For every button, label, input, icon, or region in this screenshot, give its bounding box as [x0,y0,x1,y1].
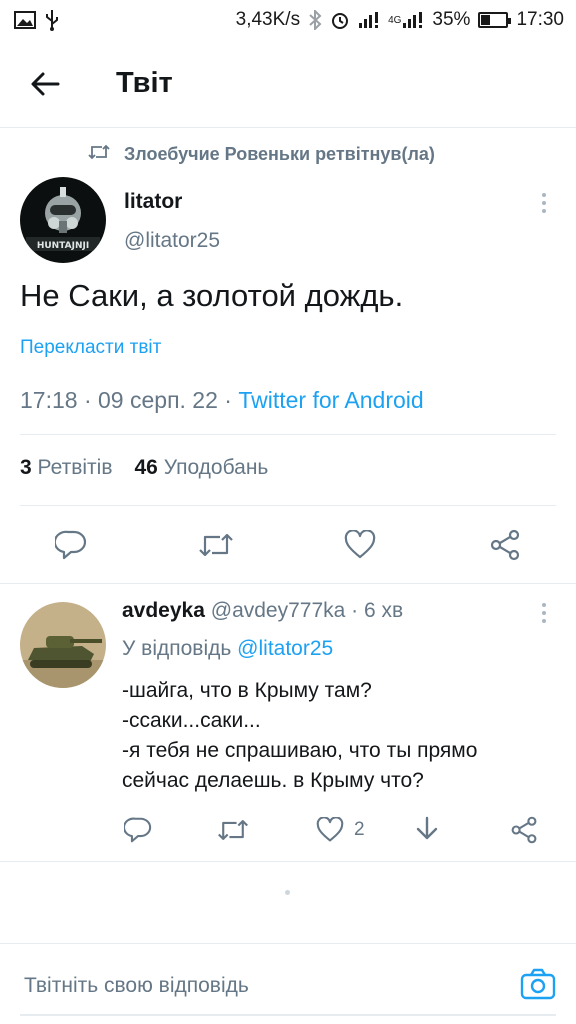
battery-percent: 35% [432,9,471,30]
reply-actions: 2 [0,810,576,850]
network-type: 4G [388,14,402,26]
camera-icon [520,968,556,1000]
retweet-button[interactable] [191,520,241,570]
tweet-meta: 17:18 · 09 серп. 22 · Twitter for Androi… [20,387,424,414]
reply-author-name[interactable]: avdeyka [122,599,205,622]
reply-line: -ссаки...саки... [122,709,261,732]
reply-button[interactable] [124,810,152,850]
reply-button[interactable] [46,520,96,570]
reply-likes-count: 2 [354,819,365,840]
reply-composer [0,943,576,1024]
author-name[interactable]: litator [124,190,182,214]
reply-to-mention[interactable]: @litator25 [237,637,333,660]
tweet-date: 09 серп. 22 [98,387,218,413]
reply-to: У відповідь @litator25 [122,637,333,661]
share-button[interactable] [510,810,538,850]
retweet-icon [218,820,248,840]
svg-text:HUNTAJNJI: HUNTAJNJI [37,241,89,251]
reply-line: сейчас делаешь. в Крыму что? [122,769,424,792]
status-bar: 3,43K/s 4G 35% 17:30 [0,0,576,40]
like-icon [316,817,344,842]
tweet-stats: 3 Ретвітів 46 Уподобань [20,456,268,480]
back-button[interactable] [0,40,90,128]
loading-indicator [285,890,290,895]
usb-icon [44,9,60,31]
likes-label: Уподобань [163,456,269,479]
share-icon [490,529,520,561]
clock: 17:30 [516,9,564,30]
share-button[interactable] [480,520,530,570]
divider [20,505,556,506]
bluetooth-icon [308,10,322,30]
meta-separator: · [83,387,92,413]
author-handle[interactable]: @litator25 [124,229,220,253]
retweets-label: Ретвітів [37,456,113,479]
reply-header: avdeyka @avdey777ka · 6 хв [122,599,403,623]
retweet-icon [199,533,233,557]
image-icon [14,11,36,29]
signal-4g-icon: 4G [388,11,424,29]
reply-line: -шайга, что в Крыму там? [122,679,372,702]
meta-separator: · [351,599,359,622]
divider [0,583,576,584]
retweet-context-text: Злоебучие Ровеньки ретвітнув(ла) [124,144,435,164]
retweets-stat[interactable]: 3 Ретвітів [20,456,112,480]
share-icon [511,816,537,844]
avatar[interactable] [20,602,106,688]
more-options-button[interactable] [530,188,558,218]
likes-count: 46 [134,456,158,479]
client-link[interactable]: Twitter for Android [238,387,423,413]
retweet-button[interactable] [217,810,249,850]
download-button[interactable] [414,810,440,850]
reply-line: -я тебя не спрашиваю, что ты прямо [122,739,478,762]
more-vertical-icon [542,193,546,213]
divider [20,434,556,435]
divider [0,861,576,862]
tweet-actions [0,520,576,570]
retweets-count: 3 [20,456,32,479]
composer-underline [20,1014,556,1016]
translate-link[interactable]: Перекласти твіт [20,337,161,359]
tweet-text: Не Саки, а золотой дождь. [20,278,404,313]
battery-fill [481,15,490,25]
retweet-icon [88,144,110,165]
avatar[interactable]: HUNTAJNJI [20,177,106,263]
arrow-left-icon [31,72,60,95]
page-title: Твіт [116,67,173,99]
reply-icon [55,530,87,560]
network-speed: 3,43K/s [235,9,301,30]
reply-author-handle[interactable]: @avdey777ka [211,599,346,622]
reply-text: -шайга, что в Крыму там? -ссаки...саки..… [122,676,477,796]
likes-stat[interactable]: 46 Уподобань [134,456,268,480]
like-icon [344,530,376,559]
meta-separator: · [224,387,232,413]
top-app-bar: Твіт [0,40,576,128]
alarm-icon [330,10,350,30]
download-icon [416,816,438,840]
signal-icon [358,11,380,29]
retweet-context[interactable]: Злоебучие Ровеньки ретвітнув(ла) [88,144,435,165]
like-button[interactable]: 2 [316,810,365,850]
reply-time: 6 хв [364,599,404,622]
like-button[interactable] [335,520,385,570]
more-vertical-icon [542,603,546,623]
reply-input[interactable] [24,974,484,998]
camera-button[interactable] [518,964,558,1004]
battery-icon [478,12,512,28]
reply-icon [124,817,152,843]
reply-to-label: У відповідь [122,637,232,660]
more-options-button[interactable] [530,598,558,628]
tweet-time: 17:18 [20,387,78,413]
